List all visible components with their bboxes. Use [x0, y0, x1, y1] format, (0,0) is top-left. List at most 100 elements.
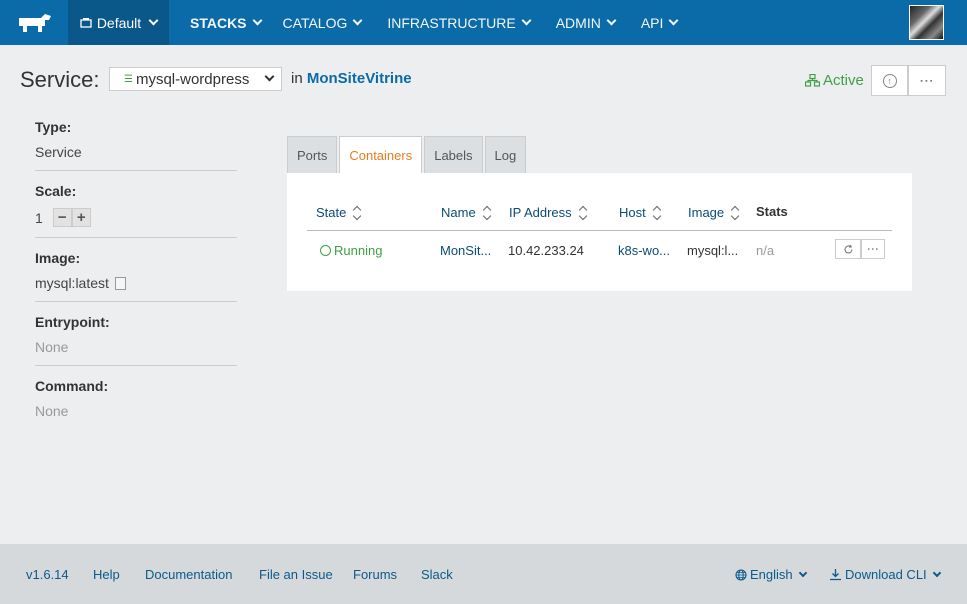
service-icon: ☰ [124, 73, 133, 85]
more-actions-button[interactable]: ⋮ [908, 65, 946, 96]
container-host[interactable]: k8s-wo... [618, 243, 670, 258]
table-row: Running MonSit... 10.42.233.24 k8s-wo...… [307, 239, 892, 263]
environment-switcher[interactable]: Default [68, 0, 169, 45]
file-issue-link[interactable]: File an Issue [259, 567, 333, 582]
download-cli-menu[interactable]: Download CLI [829, 567, 941, 582]
command-label: Command: [35, 378, 109, 394]
top-nav-bar: Default STACKS CATALOG INFRASTRUCTURE AD… [0, 0, 967, 45]
chevron-down-icon [668, 15, 679, 26]
type-label: Type: [35, 119, 72, 135]
tab-log[interactable]: Log [484, 136, 527, 173]
container-image: mysql:l... [687, 243, 739, 258]
nav-item-admin[interactable]: ADMIN [541, 0, 626, 45]
column-header-label: Host [619, 205, 646, 220]
chevron-down-icon [352, 15, 363, 26]
detail-tabs: Ports Containers Labels Log [287, 136, 527, 174]
environment-label: Default [96, 14, 142, 31]
environment-icon [80, 18, 92, 28]
column-header-name[interactable]: Name [441, 205, 491, 220]
container-stats: n/a [756, 243, 775, 258]
status-text: Active [823, 72, 864, 89]
download-icon [830, 569, 841, 581]
documentation-link[interactable]: Documentation [145, 567, 232, 582]
table-header: State Name IP Address Host Image Stats [307, 201, 892, 231]
command-section: Command: None [35, 366, 237, 429]
in-prefix: in [291, 70, 303, 87]
stack-link[interactable]: MonSiteVitrine [307, 70, 412, 87]
version-link[interactable]: v1.6.14 [26, 567, 69, 582]
column-header-label: Image [688, 205, 725, 220]
page-title: Service: [20, 67, 100, 92]
column-header-label: IP Address [509, 205, 572, 220]
service-status-icon [805, 74, 820, 87]
image-section: Image: mysql:latest [35, 238, 237, 302]
vertical-dots-icon: ⋮ [866, 243, 880, 255]
language-selector[interactable]: English [735, 567, 807, 582]
nav-item-label: API [640, 14, 664, 31]
row-more-button[interactable]: ⋮ [861, 239, 885, 259]
chevron-down-icon [606, 15, 617, 26]
column-header-stats: Stats [756, 204, 788, 219]
cow-logo-icon [19, 13, 51, 32]
type-value: Service [35, 144, 82, 160]
sort-icon [730, 205, 740, 220]
minus-icon[interactable]: − [52, 208, 72, 227]
scale-value: 1 [35, 209, 43, 226]
arrow-up-circle-icon: ↑ [882, 73, 897, 88]
column-header-label: Stats [756, 204, 788, 219]
entrypoint-section: Entrypoint: None [35, 302, 237, 366]
column-header-host[interactable]: Host [619, 205, 661, 220]
forums-link[interactable]: Forums [353, 567, 397, 582]
nav-item-api[interactable]: API [626, 0, 689, 45]
scale-section: Scale: 1 − + [35, 171, 237, 238]
column-header-label: State [316, 205, 347, 220]
tab-labels[interactable]: Labels [424, 136, 483, 173]
column-header-label: Name [441, 205, 476, 220]
globe-icon [735, 568, 747, 581]
slack-link[interactable]: Slack [421, 567, 453, 582]
container-state: Running [320, 243, 382, 258]
restart-icon [843, 244, 853, 253]
column-header-state[interactable]: State [316, 205, 362, 220]
download-cli-label: Download CLI [845, 567, 927, 582]
sort-icon [652, 205, 661, 220]
tab-containers[interactable]: Containers [339, 136, 423, 174]
restart-button[interactable] [835, 239, 861, 259]
column-header-ip[interactable]: IP Address [509, 205, 587, 220]
image-row: mysql:latest [35, 275, 237, 291]
copy-icon[interactable] [114, 277, 126, 290]
footer: v1.6.14 Help Documentation File an Issue… [0, 544, 967, 604]
scale-stepper: − + [52, 208, 91, 227]
sort-icon [578, 205, 587, 220]
nav-item-label: INFRASTRUCTURE [387, 14, 516, 31]
rancher-logo[interactable] [0, 0, 68, 45]
vertical-dots-icon: ⋮ [919, 73, 935, 88]
command-value: None [35, 403, 69, 419]
chevron-down-icon [264, 71, 275, 82]
language-label: English [750, 567, 793, 582]
chevron-down-icon [932, 568, 941, 577]
row-actions: ⋮ [835, 239, 885, 259]
help-link[interactable]: Help [93, 567, 120, 582]
containers-panel: State Name IP Address Host Image Stats R… [287, 173, 912, 291]
column-header-image[interactable]: Image [688, 205, 740, 220]
chevron-down-icon [521, 15, 532, 26]
nav-item-infrastructure[interactable]: INFRASTRUCTURE [372, 0, 540, 45]
container-name[interactable]: MonSit... [440, 243, 491, 258]
chevron-down-icon [148, 15, 159, 26]
service-selector-value: mysql-wordpress [135, 70, 250, 88]
entrypoint-value: None [35, 339, 69, 355]
scale-label: Scale: [35, 183, 77, 199]
nav-item-label: ADMIN [555, 14, 601, 31]
scale-row: 1 − + [35, 208, 237, 227]
nav-item-stacks[interactable]: STACKS [169, 0, 272, 45]
plus-icon[interactable]: + [71, 208, 91, 227]
running-status-icon [320, 245, 331, 256]
service-selector[interactable]: ☰ mysql-wordpress [109, 67, 282, 91]
container-ip: 10.42.233.24 [508, 243, 584, 258]
chevron-down-icon [252, 15, 262, 26]
tab-ports[interactable]: Ports [287, 136, 338, 173]
user-avatar[interactable] [909, 5, 944, 40]
upgrade-button[interactable]: ↑ [871, 65, 908, 96]
nav-item-catalog[interactable]: CATALOG [272, 0, 373, 45]
